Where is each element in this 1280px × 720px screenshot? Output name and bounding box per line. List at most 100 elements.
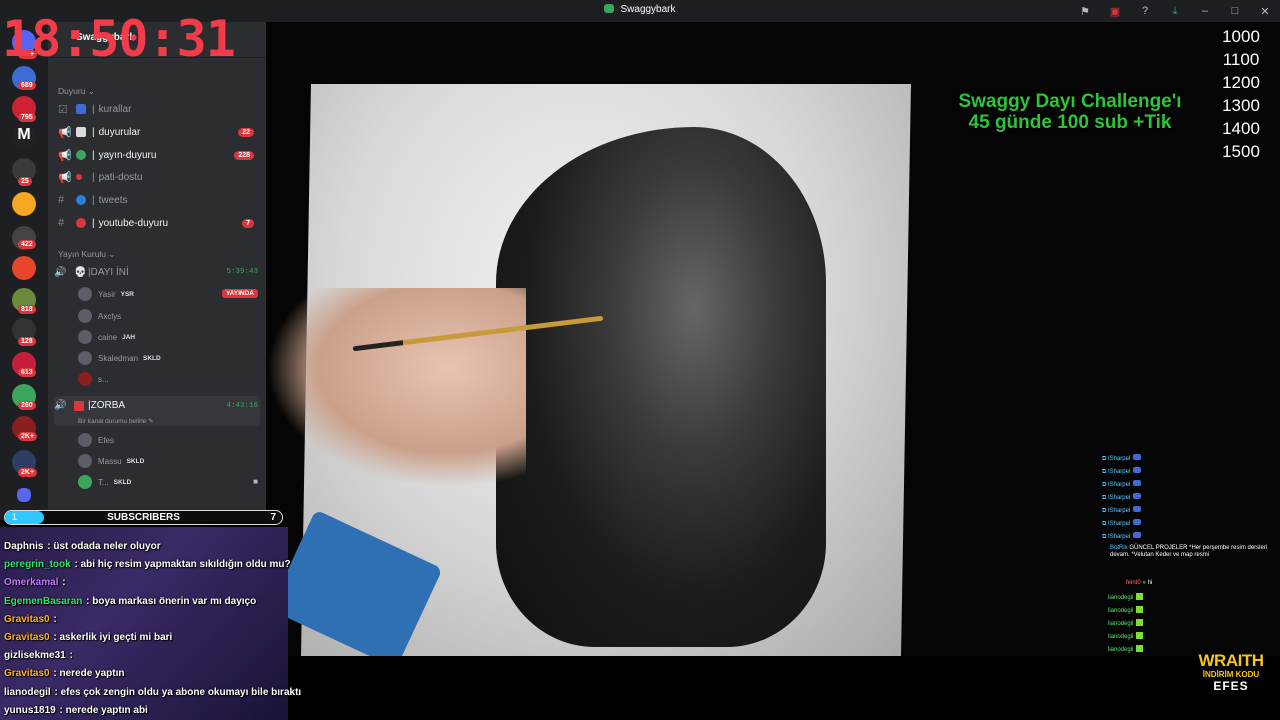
user-tag: JAH xyxy=(122,333,136,341)
unread-badge: 7 xyxy=(242,218,254,228)
chat-message: yunus1819 : nerede yaptın abi xyxy=(4,705,304,716)
avatar xyxy=(78,351,92,365)
chat-message: lianodegil : efes çok zengin oldu ya abo… xyxy=(4,687,304,698)
server-icon-6[interactable] xyxy=(12,192,36,216)
voice-user[interactable]: Skaledman SKLD xyxy=(78,349,161,367)
stream-clock: 18:50:31 xyxy=(2,10,236,68)
badge: 795 xyxy=(18,113,36,122)
download-icon[interactable]: ⤓ xyxy=(1160,5,1190,18)
mini-chat-line: ⧉ ISharpel xyxy=(1102,506,1142,515)
voice-timer: 4:43:16 xyxy=(226,402,258,410)
mini-chat-line: ⧉ ISharpel xyxy=(1102,454,1142,463)
chat-separator: : xyxy=(56,704,66,716)
minimize-icon[interactable]: – xyxy=(1190,5,1220,17)
window-title-text: Swaggybark xyxy=(620,4,676,15)
chat-username[interactable]: Gravitas0 xyxy=(4,614,50,625)
voice-user[interactable]: T... SKLD xyxy=(78,473,131,491)
voice-timer: 5:39:43 xyxy=(226,268,258,276)
emoji-icon xyxy=(76,174,82,180)
close-icon[interactable]: ✕ xyxy=(1250,5,1280,18)
chat-message: Gravitas0 : askerlik iyi geçti mi bari xyxy=(4,632,304,643)
channel-youtube-duyuru[interactable]: # | youtube-duyuru 7 xyxy=(58,213,258,233)
chat-username[interactable]: peregrin_took xyxy=(4,559,71,570)
mini-chat-line: ⧉ ISharpel xyxy=(1102,467,1142,476)
chat-username[interactable]: Gravitas0 xyxy=(4,632,50,643)
mini-chat-line: feint0 ● hi xyxy=(1126,580,1153,586)
emoji-icon xyxy=(76,127,86,137)
channel-duyurular[interactable]: 📢 | duyurular 22 xyxy=(58,122,258,142)
subscriber-goal: 7 xyxy=(270,512,276,523)
channel-kurallar[interactable]: ☑ | kurallar xyxy=(58,99,258,119)
speaker-icon: 🔊 xyxy=(54,266,67,278)
unread-badge: 228 xyxy=(234,150,254,160)
goal-value: 1000 xyxy=(1222,27,1260,46)
chat-text: nerede yaptın abi xyxy=(65,704,148,716)
mini-chat-line: lianodegil xyxy=(1108,593,1144,601)
voice-user[interactable]: s... xyxy=(78,370,109,388)
voice-channel-dayi-ini[interactable]: 🔊 💀 | DAYI İNİ 5:39:43 xyxy=(54,262,260,282)
subscriber-goal-bar: 1 SUBSCRIBERS 7 xyxy=(4,510,283,525)
screen-icon[interactable]: ▣ xyxy=(1100,5,1130,18)
subscriber-label: SUBSCRIBERS xyxy=(107,512,180,523)
chat-separator: : xyxy=(66,650,73,662)
voice-user[interactable]: Yasir YSR xyxy=(78,285,134,303)
mini-chat-line: ⧉ ISharpel xyxy=(1102,532,1142,541)
mini-chat-line: lianodegil xyxy=(1108,645,1144,653)
chat-username[interactable]: Daphnis xyxy=(4,541,43,552)
live-badge: YAYINDA xyxy=(221,289,258,298)
badge: 25 xyxy=(18,177,32,186)
chat-username[interactable]: lianodegil xyxy=(4,687,51,698)
voice-user[interactable]: caine JAH xyxy=(78,328,135,346)
emoji-icon xyxy=(76,195,86,205)
avatar xyxy=(78,309,92,323)
drawing-figure xyxy=(496,127,826,647)
chat-text: efes çok zengin oldu ya abone okumayı bi… xyxy=(60,686,302,698)
chat-username[interactable]: gizlisekme31 xyxy=(4,650,66,661)
server-icon-8[interactable] xyxy=(12,256,36,280)
chat-text: askerlik iyi geçti mi bari xyxy=(59,632,173,643)
mini-chat-line: ⧉ ISharpel xyxy=(1102,519,1142,528)
channel-tweets[interactable]: # | tweets xyxy=(58,190,258,210)
chat-username[interactable]: yunus1819 xyxy=(4,705,56,716)
voice-user[interactable]: Efes xyxy=(78,431,114,449)
badge: 422 xyxy=(18,240,36,249)
maximize-icon[interactable]: □ xyxy=(1220,5,1250,17)
channel-status[interactable]: Bir kanal durumu belirle ✎ xyxy=(78,417,154,425)
badge: 689 xyxy=(18,81,36,90)
chat-text: nerede yaptın xyxy=(59,668,125,680)
user-tag: SKLD xyxy=(126,457,145,465)
megaphone-icon: 📢 xyxy=(58,171,72,184)
category-announce[interactable]: Duyuru ⌄ xyxy=(58,86,95,97)
badge: 128 xyxy=(18,337,36,346)
chat-username[interactable]: EgemenBasaran xyxy=(4,596,82,607)
mini-chat-line: lianodegil xyxy=(1108,619,1144,627)
sponsor-banner: WRAITH İNDİRİM KODU EFES xyxy=(1188,651,1274,693)
chat-text: boya markası önerin var mı dayıço xyxy=(92,595,257,607)
channel-pati-dostu[interactable]: 📢 | pati-dostu xyxy=(58,167,258,187)
emoji-icon xyxy=(76,104,86,114)
chat-message: Daphnis : üst odada neler oluyor xyxy=(4,541,304,552)
voice-user[interactable]: Massu SKLD xyxy=(78,452,144,470)
category-broadcast[interactable]: Yayın Kurulu ⌄ xyxy=(58,249,116,260)
help-icon[interactable]: ? xyxy=(1130,5,1160,17)
folder-icon[interactable] xyxy=(17,488,31,502)
flag-icon[interactable]: ⚑ xyxy=(1070,5,1100,18)
goal-value: 1500 xyxy=(1222,142,1260,161)
server-icon-4[interactable]: M xyxy=(12,126,36,150)
mini-chat-line: BotRix GÜNCEL PROJELER *Her perşembe res… xyxy=(1110,545,1268,558)
user-tag: SKLD xyxy=(143,354,161,362)
avatar xyxy=(78,475,92,489)
voice-user[interactable]: Axclys xyxy=(78,307,121,325)
avatar xyxy=(78,330,92,344)
goal-value: 1300 xyxy=(1222,96,1260,115)
user-tag: SKLD xyxy=(113,478,132,486)
emoji-icon xyxy=(74,401,84,411)
badge: 2K+ xyxy=(18,468,38,477)
chat-username[interactable]: Gravitas0 xyxy=(4,668,50,679)
channel-yayin-duyuru[interactable]: 📢 | yayın-duyuru 228 xyxy=(58,145,258,165)
chat-message: Omerkamal : xyxy=(4,577,304,588)
server-list: M 1K+ 689 795 25 422 818 128 613 260 2K+… xyxy=(0,22,48,520)
mini-chat-line: lianodegil xyxy=(1108,606,1144,614)
challenge-line-2: 45 günde 100 sub +Tik xyxy=(968,112,1172,133)
chat-username[interactable]: Omerkamal xyxy=(4,577,58,588)
